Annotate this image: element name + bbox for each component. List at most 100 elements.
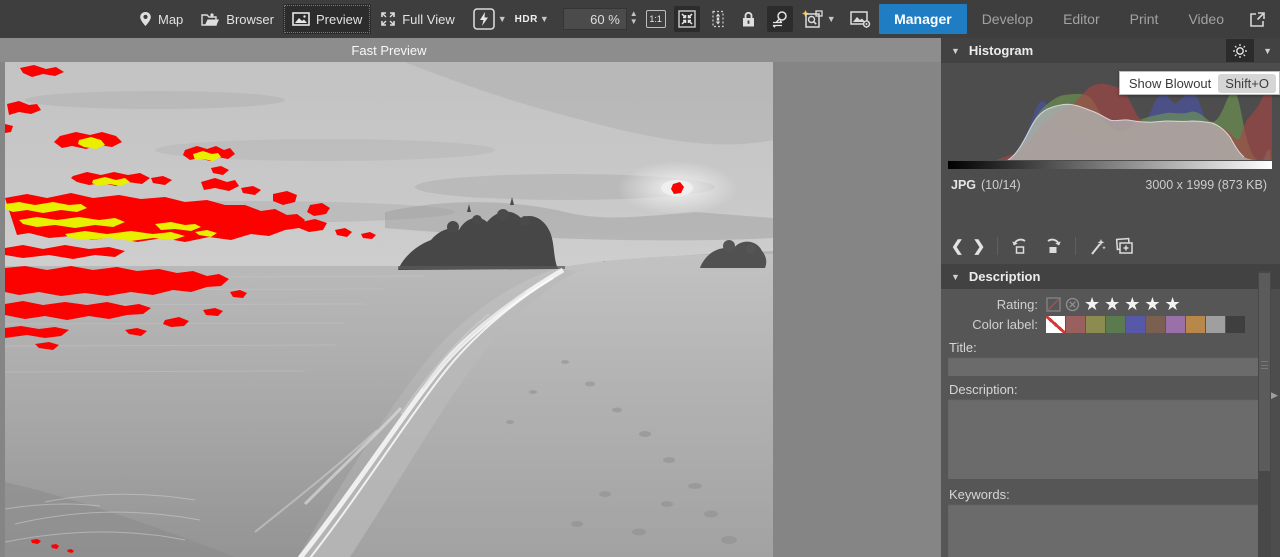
zoom-one-to-one-icon: 1:1 [646, 10, 666, 28]
rotate-left-icon[interactable] [1010, 236, 1032, 256]
lock-zoom-button[interactable] [736, 6, 762, 32]
no-rating-icon[interactable] [1046, 297, 1061, 312]
tab-develop[interactable]: Develop [967, 4, 1048, 34]
file-dimensions: 3000 x 1999 (873 KB) [1145, 178, 1267, 192]
blowout-sun-icon [1232, 43, 1248, 59]
browser-button[interactable]: Browser [192, 4, 283, 34]
quick-edits-icon [472, 7, 496, 31]
quick-edits-group[interactable]: ▼ [472, 7, 507, 31]
panel-scrollbar[interactable] [1258, 271, 1271, 557]
external-window-icon [1249, 11, 1266, 28]
module-tabs: Manager Develop Editor Print Video [879, 4, 1280, 34]
zoom-level-group: ▲ ▼ [563, 8, 638, 30]
magic-wand-icon[interactable] [1088, 237, 1106, 256]
file-info-row: JPG (10/14) 3000 x 1999 (873 KB) [951, 178, 1267, 192]
preview-settings-button[interactable] [848, 6, 874, 32]
browser-button-label: Browser [226, 12, 274, 27]
scrollbar-thumb[interactable] [1259, 273, 1270, 471]
title-input[interactable] [948, 357, 1259, 376]
tooltip-shortcut: Shift+O [1218, 74, 1276, 93]
color-label-row: Color label: [941, 316, 1263, 333]
file-index: (10/14) [981, 178, 1021, 192]
main-area: Fast Preview [0, 38, 1280, 557]
map-button[interactable]: Map [130, 4, 192, 34]
sync-zoom-icon [770, 10, 790, 29]
zoom-one-to-one-button[interactable]: 1:1 [643, 6, 669, 32]
tab-manager[interactable]: Manager [879, 4, 967, 34]
description-header[interactable]: ▼ Description [941, 264, 1280, 289]
fit-height-button[interactable] [705, 6, 731, 32]
fit-to-screen-icon [678, 10, 696, 28]
preview-button[interactable]: Preview [283, 4, 371, 34]
preview-settings-icon [850, 9, 872, 29]
divider [997, 237, 998, 255]
tab-video[interactable]: Video [1173, 4, 1239, 34]
blowout-caret-icon[interactable]: ▼ [1263, 46, 1272, 56]
full-view-button[interactable]: Full View [371, 4, 464, 34]
color-swatch-brown[interactable] [1146, 316, 1165, 333]
external-window-button[interactable] [1244, 6, 1270, 32]
hdr-caret-icon: ▼ [540, 14, 549, 24]
divider [1075, 237, 1076, 255]
zoom-stepper[interactable]: ▲ ▼ [630, 11, 638, 27]
prev-photo-icon[interactable]: ❮ [951, 237, 964, 255]
keywords-field-label: Keywords: [949, 487, 1010, 502]
description-content: Rating: ★★★★★ Color label: [941, 289, 1263, 557]
description-collapse-icon[interactable]: ▼ [951, 272, 960, 282]
preview-pane[interactable]: Fast Preview [0, 38, 941, 557]
hdr-dropdown-icon: HDR [515, 14, 538, 25]
rotate-right-icon[interactable] [1041, 236, 1063, 256]
blowout-toggle-button[interactable] [1226, 39, 1254, 62]
tooltip-label: Show Blowout [1129, 76, 1211, 91]
histogram-collapse-icon[interactable]: ▼ [951, 46, 960, 56]
zoom-input[interactable] [563, 8, 627, 30]
sync-zoom-button[interactable] [767, 6, 793, 32]
photo-nav-toolbar: ❮ ❯ [951, 233, 1135, 259]
preview-button-label: Preview [316, 12, 362, 27]
color-swatch-green[interactable] [1106, 316, 1125, 333]
fit-height-icon [710, 10, 726, 28]
copy-info-icon[interactable] [1115, 237, 1135, 255]
blowout-tooltip: Show Blowout Shift+O [1119, 71, 1280, 95]
color-swatch-darkgray[interactable] [1226, 316, 1245, 333]
description-title: Description [969, 269, 1041, 284]
next-photo-icon[interactable]: ❯ [973, 237, 986, 255]
top-toolbar: Map Browser Preview Full View [0, 0, 1280, 38]
beach-photo-with-blowout [5, 62, 773, 557]
panel-expander-icon[interactable]: ▶ [1271, 387, 1280, 403]
preview-image[interactable] [5, 62, 773, 557]
description-textarea[interactable] [948, 399, 1259, 479]
full-view-button-label: Full View [402, 12, 455, 27]
loupe-caret-icon: ▼ [827, 14, 836, 24]
hdr-dropdown[interactable]: HDR ▼ [515, 14, 549, 25]
fit-to-screen-button[interactable] [674, 6, 700, 32]
keywords-textarea[interactable] [948, 504, 1259, 557]
map-pin-icon [139, 11, 152, 27]
fast-preview-bar: Fast Preview [0, 38, 941, 62]
quick-edits-caret-icon: ▼ [498, 14, 507, 24]
rating-stars[interactable]: ★★★★★ [1084, 294, 1185, 315]
histogram-title: Histogram [969, 43, 1033, 58]
tab-print[interactable]: Print [1115, 4, 1174, 34]
loupe-window-icon [801, 8, 825, 30]
map-button-label: Map [158, 12, 183, 27]
color-swatch-olive[interactable] [1086, 316, 1105, 333]
color-swatch-purple[interactable] [1166, 316, 1185, 333]
loupe-window-group[interactable]: ▼ [801, 8, 836, 30]
color-swatch-red[interactable] [1066, 316, 1085, 333]
color-swatch-row [1046, 316, 1245, 333]
file-format: JPG [951, 178, 976, 192]
title-field-label: Title: [949, 340, 977, 355]
description-field-label: Description: [949, 382, 1018, 397]
preview-image-icon [292, 12, 310, 26]
fast-preview-label: Fast Preview [0, 38, 778, 62]
full-view-icon [380, 11, 396, 27]
tab-editor[interactable]: Editor [1048, 4, 1115, 34]
color-swatch-none[interactable] [1046, 316, 1065, 333]
folder-browser-icon [201, 12, 220, 27]
zoom-step-down-icon[interactable]: ▼ [630, 19, 638, 27]
color-swatch-orange[interactable] [1186, 316, 1205, 333]
clear-rating-icon[interactable] [1065, 297, 1080, 312]
color-swatch-lightgray[interactable] [1206, 316, 1225, 333]
color-swatch-blue[interactable] [1126, 316, 1145, 333]
